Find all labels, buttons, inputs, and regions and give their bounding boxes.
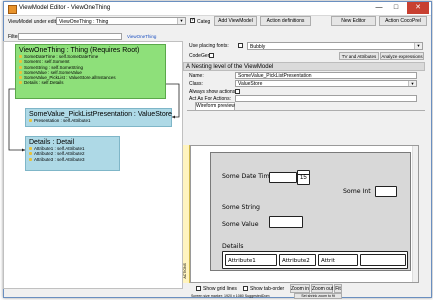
zoom-in-button[interactable]: Zoom in [290,284,310,293]
calendar-icon[interactable]: 15 [297,170,310,185]
minimize-button[interactable]: — [371,2,387,14]
show-grid-label: Show grid lines [203,286,237,292]
categ-label: Categ [197,19,211,25]
chevron-down-icon: ▼ [177,18,185,24]
wireframe-preview: Some Date Time 15 Some Int Some String S… [210,152,411,271]
actions-vertical-tab[interactable]: ACTIONS [183,145,190,283]
properties-pane: Use placing fonts: Bubbly ▼ CodeGen: TV … [183,41,425,299]
app-icon [8,5,17,14]
diagram-connectors [8,83,180,152]
toolbar: ViewModel under edit: ViewOneThing : Thi… [4,16,431,32]
title-bar: ViewModel Editor - ViewOneThing — □ ✕ [4,2,431,16]
some-date-time-field[interactable] [269,172,297,183]
close-button[interactable]: ✕ [407,2,429,14]
grid-column-label: Attribute1 [228,258,256,264]
font-select-value: Bubbly [250,44,266,50]
grid-column-header[interactable]: Attribute1 [225,254,277,266]
grid-column-label: Attribute2 [282,258,310,264]
status-text: Screen size marker: 1920 x 1080 Suggeste… [191,294,270,298]
details-label: Details [222,243,244,250]
class-select-value: ValueStore [238,81,263,87]
section-header: A Nesting level of the ViewModel [183,62,425,71]
diagram-pane[interactable]: ViewOneThing : Thing (Requires Root) Som… [3,41,183,289]
some-string-label: Some String [222,204,260,211]
zoom-out-button[interactable]: Zoom out [311,284,333,293]
name-field[interactable]: SomeValue_PickListPresentation [235,72,417,79]
add-viewmodel-button[interactable]: Add ViewModel [214,16,257,26]
details-grid[interactable]: Attribute1 Attribute2 Attrit [222,251,408,269]
show-tab-order-label: Show tab-order [250,286,285,292]
class-label: Class: [189,81,203,87]
details-connector [8,88,25,151]
tab-divider [187,110,425,111]
calendar-number: 15 [300,175,307,181]
vertical-scrollbar[interactable] [412,146,418,282]
maximize-button[interactable]: □ [388,2,404,14]
use-placing-fonts-label: Use placing fonts: [189,43,229,49]
tv-attributes-button[interactable]: TV and Attributes [339,52,379,60]
use-placing-fonts-checkbox[interactable] [238,43,243,48]
grid-column-header[interactable]: Attrit [318,254,358,266]
some-int-label: Some Int [343,188,371,195]
act-as-field[interactable] [235,95,417,102]
font-select[interactable]: Bubbly ▼ [247,42,423,50]
new-editor-button[interactable]: New Editor [331,16,376,26]
arrow-head-icon [172,115,175,119]
always-show-actions-checkbox[interactable] [235,89,240,94]
analyze-expressions-button[interactable]: Analyze expressions [380,52,424,60]
set-shrink-zoom-button[interactable]: Set shrink zoom to fit [294,293,342,299]
some-int-field[interactable] [375,186,397,197]
some-value-field[interactable] [269,216,303,228]
show-grid-checkbox[interactable] [196,286,201,291]
window-title: ViewModel Editor - ViewOneThing [19,5,111,11]
canvas-bottom-bar: Show grid lines Show tab-order Zoom in Z… [183,284,425,293]
fit-button[interactable]: Fit [334,284,342,293]
viewmodel-select[interactable]: ViewOneThing : Thing ▼ [56,17,186,25]
vertical-tab-label: ACTIONS [183,263,187,279]
grid-column-label: Attrit [321,258,335,264]
name-field-value: SomeValue_PickListPresentation [238,73,312,79]
arrow-head-icon [22,148,25,152]
filter-input[interactable] [18,33,122,40]
viewmodel-select-value: ViewOneThing : Thing [59,19,109,25]
class-select[interactable]: ValueStore ▼ [235,80,417,87]
action-cocoprel-button[interactable]: Action CocoPrel [379,16,427,26]
grid-column-header[interactable] [360,254,406,266]
filter-link[interactable]: ViewOneThing [127,34,156,39]
chevron-down-icon: ▼ [408,81,416,86]
wireform-canvas[interactable]: Some Date Time 15 Some Int Some String S… [190,145,419,283]
tab-wireform-preview[interactable]: Wireform preview [195,102,235,110]
grid-column-header[interactable]: Attribute2 [279,254,316,266]
show-tab-order-checkbox[interactable] [243,286,248,291]
action-definitions-button[interactable]: Action definitions [260,16,311,26]
categ-checkbox[interactable]: ✓ [190,18,195,23]
some-date-time-label: Some Date Time [222,173,274,180]
some-value-label: Some Value [222,221,259,228]
codegen-checkbox[interactable] [209,53,214,58]
always-show-actions-label: Always show actions [189,89,236,95]
picklist-connector [166,83,180,118]
under-edit-label: ViewModel under edit: [8,19,58,25]
name-label: Name: [189,73,204,79]
chevron-down-icon: ▼ [414,43,422,49]
